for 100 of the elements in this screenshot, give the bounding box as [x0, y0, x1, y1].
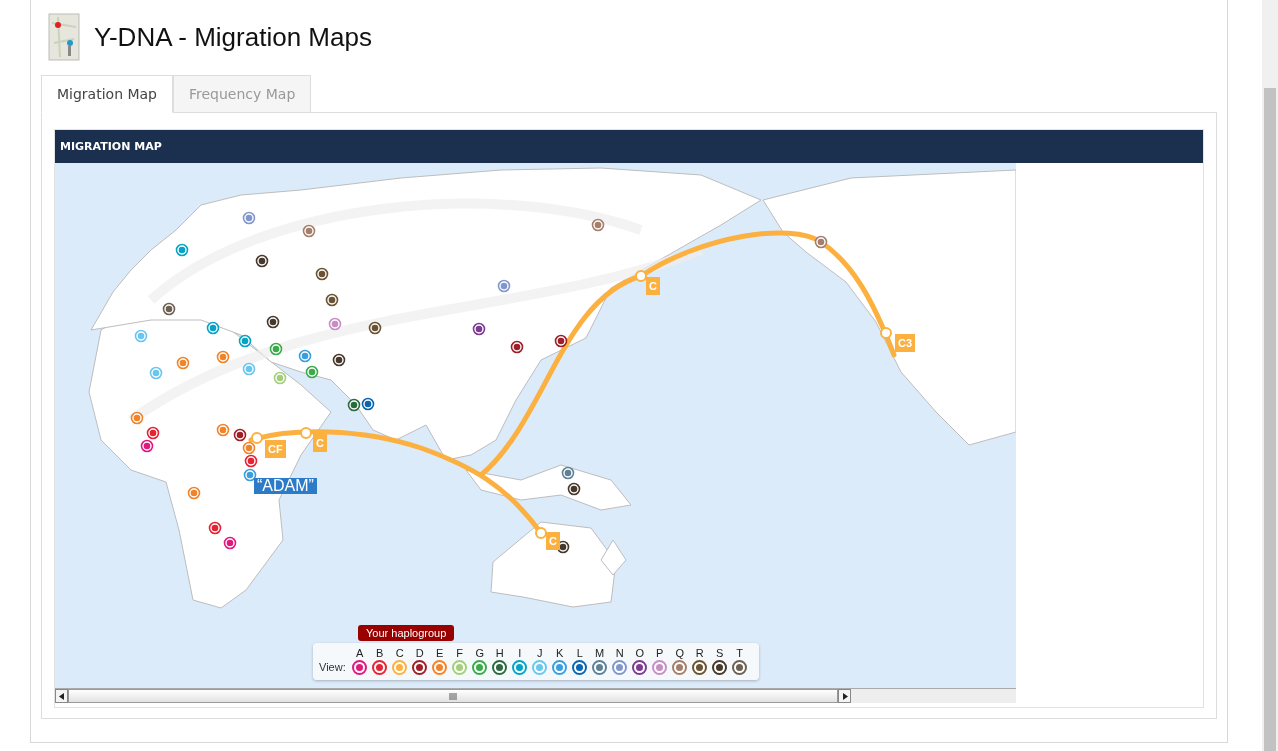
haplogroup-letter: Q [675, 647, 684, 660]
haplogroup-toggle[interactable] [692, 660, 708, 675]
haplogroup-marker[interactable] [134, 329, 148, 343]
route-label: C [313, 434, 327, 452]
haplogroup-marker[interactable] [591, 218, 605, 232]
haplogroup-letter: B [376, 647, 384, 660]
haplogroup-toggle[interactable] [352, 660, 368, 675]
route-label: C [546, 532, 560, 550]
haplogroup-toggle[interactable] [672, 660, 688, 675]
haplogroup-marker[interactable] [567, 482, 581, 496]
haplogroup-marker[interactable] [162, 302, 176, 316]
haplogroup-marker[interactable] [187, 486, 201, 500]
map-thumbnail-icon [48, 13, 80, 61]
haplogroup-marker[interactable] [243, 468, 257, 482]
haplogroup-toggle[interactable] [552, 660, 568, 675]
haplogroup-marker[interactable] [216, 350, 230, 364]
haplogroup-marker[interactable] [175, 243, 189, 257]
haplogroup-marker[interactable] [554, 334, 568, 348]
haplogroup-marker[interactable] [368, 321, 382, 335]
tab[interactable]: Migration Map [41, 75, 173, 113]
route-waypoint [635, 270, 647, 282]
haplogroup-letter: O [635, 647, 644, 660]
haplogroup-marker[interactable] [238, 334, 252, 348]
haplogroup-letter: T [736, 647, 744, 660]
horizontal-scrollbar[interactable] [55, 688, 1016, 703]
haplogroup-marker[interactable] [242, 441, 256, 455]
haplogroup-marker[interactable] [305, 365, 319, 379]
haplogroup-marker[interactable] [242, 211, 256, 225]
haplogroup-letter: J [536, 647, 543, 660]
haplogroup-toggle[interactable] [712, 660, 728, 675]
haplogroup-marker[interactable] [244, 454, 258, 468]
haplogroup-marker[interactable] [497, 279, 511, 293]
haplogroup-letter: H [495, 647, 504, 660]
haplogroup-marker[interactable] [130, 411, 144, 425]
haplogroup-toggle[interactable] [492, 660, 508, 675]
route-waypoint [880, 327, 892, 339]
haplogroup-letter: I [518, 647, 522, 660]
haplogroup-letter: D [415, 647, 424, 660]
origin-label: “ADAM” [254, 478, 317, 494]
haplogroup-letter: L [576, 647, 583, 660]
scroll-left-icon[interactable] [58, 692, 65, 700]
haplogroup-marker[interactable] [266, 315, 280, 329]
haplogroup-toggle[interactable] [412, 660, 428, 675]
grip-icon [449, 692, 457, 700]
haplogroup-marker[interactable] [298, 349, 312, 363]
route-waypoint [300, 427, 312, 439]
haplogroup-toggle[interactable] [392, 660, 408, 675]
haplogroup-marker[interactable] [233, 428, 247, 442]
haplogroup-toggle[interactable] [512, 660, 528, 675]
haplogroup-letter: F [456, 647, 464, 660]
haplogroup-marker[interactable] [325, 293, 339, 307]
haplogroup-toggle[interactable] [732, 660, 748, 675]
haplogroup-marker[interactable] [510, 340, 524, 354]
haplogroup-marker[interactable] [302, 224, 316, 238]
haplogroup-marker[interactable] [149, 366, 163, 380]
haplogroup-marker[interactable] [255, 254, 269, 268]
haplogroup-marker[interactable] [814, 235, 828, 249]
page-title: Y-DNA - Migration Maps [94, 21, 372, 53]
haplogroup-letter: G [475, 647, 484, 660]
haplogroup-toggle[interactable] [632, 660, 648, 675]
haplogroup-marker[interactable] [223, 536, 237, 550]
route-label: CF [265, 440, 286, 458]
haplogroup-marker[interactable] [315, 267, 329, 281]
haplogroup-marker[interactable] [347, 398, 361, 412]
haplogroup-marker[interactable] [216, 423, 230, 437]
panel-header: MIGRATION MAP [55, 130, 1203, 163]
haplogroup-letter: M [595, 647, 605, 660]
haplogroup-marker[interactable] [328, 317, 342, 331]
vertical-scrollbar[interactable] [1262, 0, 1278, 751]
route-waypoint [535, 527, 547, 539]
route-waypoint [251, 432, 263, 444]
haplogroup-marker[interactable] [146, 426, 160, 440]
legend-label: View: [319, 660, 346, 675]
haplogroup-letter: S [716, 647, 724, 660]
haplogroup-letter: P [656, 647, 664, 660]
haplogroup-marker[interactable] [561, 466, 575, 480]
haplogroup-letter: N [615, 647, 624, 660]
haplogroup-toggle[interactable] [432, 660, 448, 675]
haplogroup-toggle[interactable] [612, 660, 628, 675]
haplogroup-marker[interactable] [206, 321, 220, 335]
haplogroup-letter: A [356, 647, 364, 660]
haplogroup-marker[interactable] [208, 521, 222, 535]
haplogroup-marker[interactable] [140, 439, 154, 453]
scroll-right-icon[interactable] [841, 692, 848, 700]
haplogroup-letter: K [556, 647, 564, 660]
haplogroup-marker[interactable] [472, 322, 486, 336]
haplogroup-marker[interactable] [361, 397, 375, 411]
haplogroup-tooltip: Your haplogroup [358, 625, 455, 641]
haplogroup-toggle[interactable] [572, 660, 588, 675]
haplogroup-marker[interactable] [242, 362, 256, 376]
haplogroup-toggle[interactable] [532, 660, 548, 675]
haplogroup-marker[interactable] [269, 342, 283, 356]
haplogroup-toggle[interactable] [372, 660, 388, 675]
haplogroup-letter: C [395, 647, 404, 660]
haplogroup-toggle[interactable] [592, 660, 608, 675]
haplogroup-toggle[interactable] [472, 660, 488, 675]
haplogroup-marker[interactable] [176, 356, 190, 370]
haplogroup-marker[interactable] [332, 353, 346, 367]
route-label: C3 [895, 334, 916, 352]
haplogroup-toggle[interactable] [652, 660, 668, 675]
